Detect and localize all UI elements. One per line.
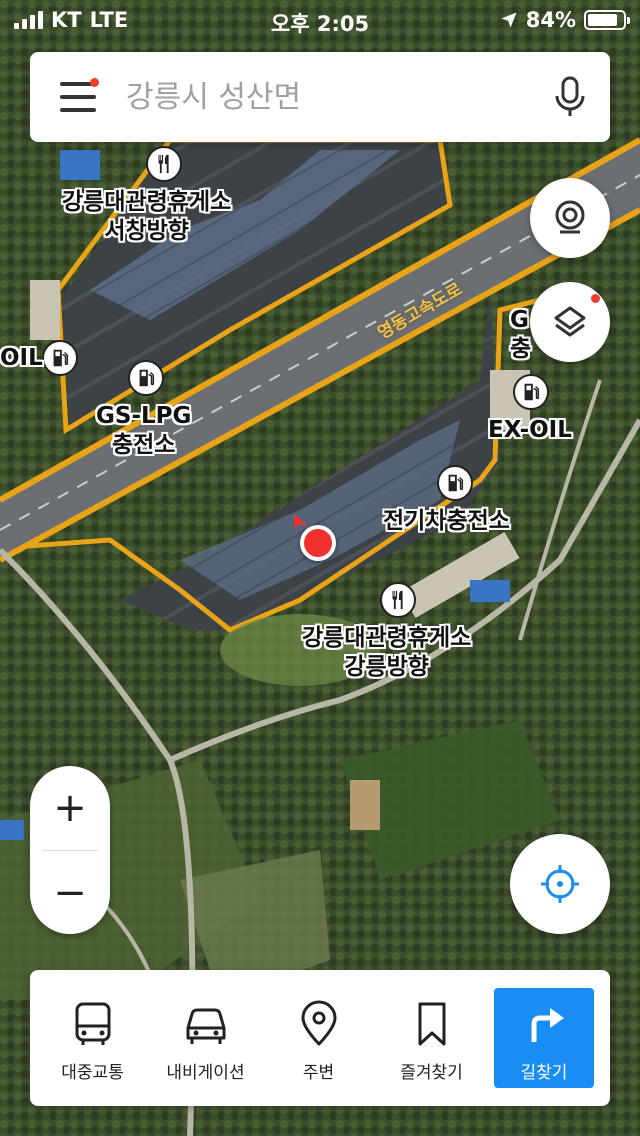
search-input[interactable] [126, 79, 530, 115]
nav-navigation[interactable]: 내비게이션 [149, 988, 262, 1088]
battery-icon [584, 10, 630, 30]
poi-label[interactable]: EX-OIL [488, 416, 572, 445]
my-location-button[interactable] [510, 834, 610, 934]
voice-search-button[interactable] [530, 52, 610, 142]
nav-label: 주변 [302, 1063, 335, 1083]
gas-station-icon[interactable] [513, 374, 549, 410]
nav-label: 대중교통 [61, 1063, 124, 1083]
map-layers-button[interactable] [530, 282, 610, 362]
car-icon [186, 1008, 225, 1044]
crosshair-icon [541, 865, 579, 903]
search-bar [30, 52, 610, 142]
cctv-camera-icon [555, 200, 585, 234]
current-location-marker [300, 525, 336, 561]
poi-label[interactable]: 강릉대관령휴게소 강릉방향 [302, 624, 471, 682]
directions-arrow-icon [531, 1008, 564, 1042]
nav-nearby[interactable]: 주변 [262, 988, 375, 1088]
poi-label[interactable]: G충 [510, 306, 531, 364]
nav-directions[interactable]: 길찾기 [494, 988, 594, 1088]
gas-station-icon[interactable] [128, 360, 164, 396]
nav-label: 길찾기 [520, 1063, 568, 1083]
nav-favorites[interactable]: 즐겨찾기 [375, 988, 488, 1088]
notification-badge [90, 78, 99, 87]
bus-icon [75, 1002, 110, 1045]
poi-label[interactable]: 전기차충전소 [383, 507, 510, 536]
poi-label[interactable]: 강릉대관령휴게소 서창방향 [62, 188, 231, 246]
layers-icon [554, 306, 586, 337]
zoom-in-button[interactable]: + [30, 766, 110, 850]
gas-station-icon[interactable] [437, 465, 473, 501]
bookmark-icon [418, 1002, 445, 1046]
status-bar: KT LTE 오후 2:05 84% [0, 0, 640, 40]
battery-percent: 84% [525, 8, 576, 32]
restaurant-icon[interactable] [146, 146, 182, 182]
zoom-out-button[interactable]: − [30, 851, 110, 934]
gas-station-icon[interactable] [42, 340, 78, 376]
poi-label[interactable]: GS-LPG 충전소 [96, 402, 191, 460]
map-view[interactable]: 영동고속도로 강릉대관령휴게소 서창방향 GS-LPG 충전소 EX-OIL 전기차… [0, 0, 640, 1136]
nav-public-transit[interactable]: 대중교통 [36, 988, 149, 1088]
zoom-control: + − [30, 766, 110, 934]
poi-label[interactable]: OIL [0, 344, 43, 373]
bottom-navigation: 대중교통 내비게이션 주변 즐겨찾기 길찾기 [30, 970, 610, 1106]
microphone-icon [555, 76, 585, 116]
cctv-button[interactable] [530, 178, 610, 258]
restaurant-icon[interactable] [380, 582, 416, 618]
satellite-imagery [0, 0, 640, 1136]
location-services-icon [501, 12, 517, 28]
notification-badge [591, 294, 600, 303]
location-pin-icon [301, 1000, 336, 1046]
nav-label: 내비게이션 [166, 1063, 245, 1083]
nav-label: 즐겨찾기 [400, 1063, 463, 1083]
menu-button[interactable] [30, 52, 126, 142]
